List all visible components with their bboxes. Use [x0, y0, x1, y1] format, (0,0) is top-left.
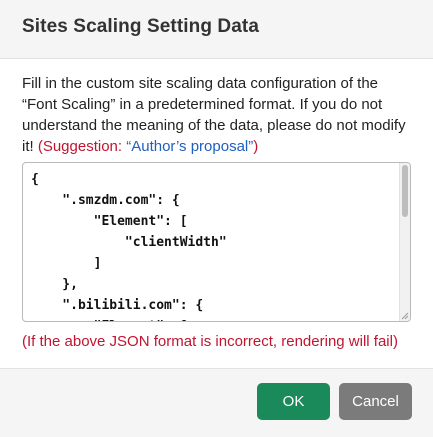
editor-scroll-thumb[interactable]	[402, 165, 408, 217]
authors-proposal-link[interactable]: “Author’s proposal”	[126, 138, 253, 155]
resize-grip-icon[interactable]	[401, 312, 409, 320]
suggestion-note: (Suggestion: “Author’s proposal”)	[38, 138, 258, 155]
dialog-content: Fill in the custom site scaling data con…	[0, 59, 433, 368]
suggestion-prefix: (Suggestion:	[37, 138, 127, 155]
ok-button[interactable]: OK	[257, 383, 330, 420]
json-data-textarea[interactable]: { ".smzdm.com": { "Element": [ "clientWi…	[23, 163, 399, 321]
editor-scrollbar[interactable]	[399, 163, 410, 321]
json-editor-frame: { ".smzdm.com": { "Element": [ "clientWi…	[22, 162, 411, 322]
dialog-header: Sites Scaling Setting Data	[0, 0, 433, 59]
dialog-title: Sites Scaling Setting Data	[22, 16, 259, 37]
dialog-footer: OK Cancel	[0, 368, 433, 437]
dialog-description: Fill in the custom site scaling data con…	[22, 73, 414, 157]
json-format-warning: (If the above JSON format is incorrect, …	[22, 333, 398, 350]
cancel-button[interactable]: Cancel	[339, 383, 412, 420]
sites-scaling-dialog: Sites Scaling Setting Data Fill in the c…	[0, 0, 433, 437]
suggestion-suffix: )	[253, 138, 259, 155]
